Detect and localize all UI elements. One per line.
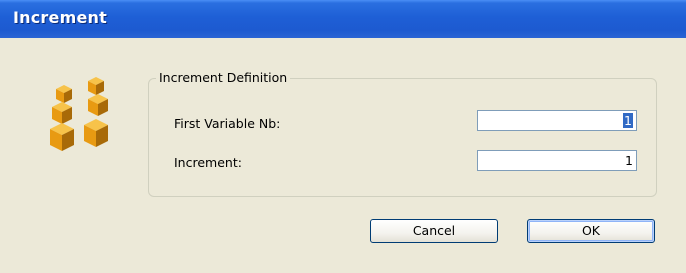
increment-label: Increment: xyxy=(174,155,242,170)
first-variable-label: First Variable Nb: xyxy=(174,116,281,131)
increment-definition-group xyxy=(148,78,657,197)
window-title: Increment xyxy=(13,8,107,27)
increment-value: 1 xyxy=(625,153,633,168)
title-bar[interactable]: Increment xyxy=(0,0,686,38)
cancel-button[interactable]: Cancel xyxy=(370,219,498,243)
first-variable-input[interactable]: 1 xyxy=(477,110,637,131)
group-legend: Increment Definition xyxy=(156,70,291,85)
increment-dialog: Increment Increment Definition First Var… xyxy=(0,0,686,273)
ok-button[interactable]: OK xyxy=(527,219,655,243)
increment-cubes-icon xyxy=(46,75,112,153)
first-variable-value: 1 xyxy=(623,113,633,128)
increment-input[interactable]: 1 xyxy=(477,150,637,171)
